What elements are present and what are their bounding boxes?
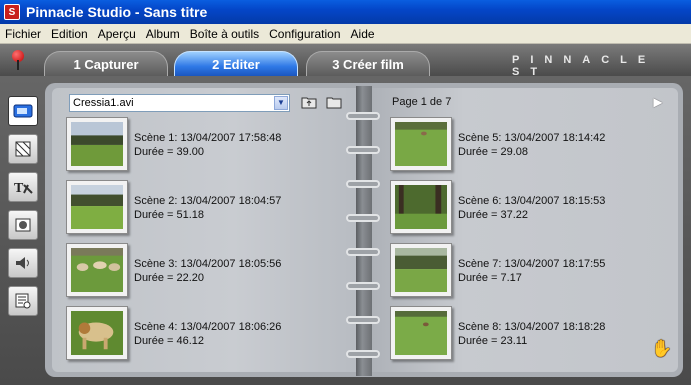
scene-info: Scène 7: 13/04/2007 18:17:55 Durée = 7.1… [458, 257, 605, 285]
binder-ring [346, 112, 380, 120]
binder-ring [346, 146, 380, 154]
scene-title: Scène 5: 13/04/2007 18:14:42 [458, 132, 606, 144]
binder-ring [346, 282, 380, 290]
menu-apercu[interactable]: Aperçu [93, 27, 141, 41]
scene-duration: Durée = 37.22 [458, 209, 529, 221]
pushpin-stem [17, 60, 19, 70]
scene-duration: Durée = 51.18 [134, 209, 205, 221]
scene-thumbnail[interactable] [390, 243, 452, 297]
scene-thumbnail[interactable] [390, 306, 452, 360]
binder-ring [346, 316, 380, 324]
menu-fichier[interactable]: Fichier [0, 27, 46, 41]
menu-boite-a-outils[interactable]: Boîte à outils [185, 27, 264, 41]
scene-info: Scène 3: 13/04/2007 18:05:56 Durée = 22.… [134, 257, 281, 285]
svg-text:T: T [14, 181, 24, 196]
source-file-value: Cressia1.avi [73, 97, 134, 109]
binder-ring [346, 350, 380, 358]
titles-icon[interactable]: T [8, 172, 38, 202]
mode-tab-strip: 1 Capturer 2 Editer 3 Créer film PINNACL… [0, 44, 691, 78]
transitions-icon[interactable] [8, 134, 38, 164]
sound-effects-icon[interactable] [8, 248, 38, 278]
scene-title: Scène 3: 13/04/2007 18:05:56 [134, 258, 282, 270]
tab-editer-label: 2 Editer [212, 56, 260, 72]
video-clips-icon[interactable] [8, 96, 38, 126]
hand-cursor-icon: ✋ [651, 339, 673, 359]
menus-icon[interactable] [8, 286, 38, 316]
scene-thumbnail[interactable] [66, 306, 128, 360]
scene-thumbnail[interactable] [390, 117, 452, 171]
brand-logo: PINNACLE ST [512, 54, 657, 78]
scene-item[interactable]: Scène 6: 13/04/2007 18:15:53 Durée = 37.… [390, 180, 660, 238]
scene-title: Scène 2: 13/04/2007 18:04:57 [134, 195, 282, 207]
chevron-down-icon[interactable]: ▼ [274, 96, 288, 110]
scene-title: Scène 7: 13/04/2007 18:17:55 [458, 258, 606, 270]
tab-creer-film[interactable]: 3 Créer film [306, 51, 430, 76]
tab-editer[interactable]: 2 Editer [174, 51, 298, 76]
scene-item[interactable]: Scène 8: 13/04/2007 18:18:28 Durée = 23.… [390, 306, 660, 364]
scene-duration: Durée = 22.20 [134, 272, 205, 284]
scene-info: Scène 8: 13/04/2007 18:18:28 Durée = 23.… [458, 320, 605, 348]
menu-bar: Fichier Edition Aperçu Album Boîte à out… [0, 24, 691, 44]
scene-info: Scène 4: 13/04/2007 18:06:26 Durée = 46.… [134, 320, 281, 348]
tab-capturer-label: 1 Capturer [73, 56, 139, 72]
scene-info: Scène 2: 13/04/2007 18:04:57 Durée = 51.… [134, 194, 281, 222]
scene-duration: Durée = 39.00 [134, 146, 205, 158]
scene-duration: Durée = 23.11 [458, 335, 528, 347]
menu-configuration[interactable]: Configuration [264, 27, 345, 41]
scene-item[interactable]: Scène 2: 13/04/2007 18:04:57 Durée = 51.… [66, 180, 336, 238]
scene-info: Scène 1: 13/04/2007 17:58:48 Durée = 39.… [134, 131, 281, 159]
scene-item[interactable]: Scène 5: 13/04/2007 18:14:42 Durée = 29.… [390, 117, 660, 175]
menu-album[interactable]: Album [141, 27, 185, 41]
window-title: Pinnacle Studio - Sans titre [26, 4, 208, 20]
scene-title: Scène 4: 13/04/2007 18:06:26 [134, 321, 282, 333]
scene-title: Scène 1: 13/04/2007 17:58:48 [134, 132, 282, 144]
next-page-icon[interactable]: ▶ [651, 95, 665, 109]
photos-icon[interactable] [8, 210, 38, 240]
scene-thumbnail[interactable] [390, 180, 452, 234]
menu-aide[interactable]: Aide [346, 27, 380, 41]
scene-duration: Durée = 7.17 [458, 272, 522, 284]
scene-item[interactable]: Scène 7: 13/04/2007 18:17:55 Durée = 7.1… [390, 243, 660, 301]
scene-item[interactable]: Scène 4: 13/04/2007 18:06:26 Durée = 46.… [66, 306, 336, 364]
scene-title: Scène 8: 13/04/2007 18:18:28 [458, 321, 606, 333]
scene-thumbnail[interactable] [66, 117, 128, 171]
app-icon: S [4, 4, 20, 20]
album-spine [356, 86, 372, 376]
source-file-dropdown[interactable]: Cressia1.avi ▼ [69, 94, 290, 112]
scene-duration: Durée = 29.08 [458, 146, 529, 158]
folder-icon[interactable] [326, 95, 342, 109]
scene-title: Scène 6: 13/04/2007 18:15:53 [458, 195, 606, 207]
scene-thumbnail[interactable] [66, 180, 128, 234]
binder-ring [346, 248, 380, 256]
scene-info: Scène 5: 13/04/2007 18:14:42 Durée = 29.… [458, 131, 605, 159]
scene-info: Scène 6: 13/04/2007 18:15:53 Durée = 37.… [458, 194, 605, 222]
binder-ring [346, 214, 380, 222]
scene-item[interactable]: Scène 3: 13/04/2007 18:05:56 Durée = 22.… [66, 243, 336, 301]
page-indicator: Page 1 de 7 [392, 96, 452, 108]
binder-ring [346, 180, 380, 188]
tab-capturer[interactable]: 1 Capturer [44, 51, 168, 76]
album-sidebar: T [8, 96, 44, 316]
folder-up-icon[interactable] [301, 95, 317, 109]
scene-thumbnail[interactable] [66, 243, 128, 297]
scene-duration: Durée = 46.12 [134, 335, 205, 347]
menu-edition[interactable]: Edition [46, 27, 93, 41]
title-bar: S Pinnacle Studio - Sans titre [0, 0, 691, 24]
scene-item[interactable]: Scène 1: 13/04/2007 17:58:48 Durée = 39.… [66, 117, 336, 175]
tab-creer-film-label: 3 Créer film [332, 56, 404, 72]
